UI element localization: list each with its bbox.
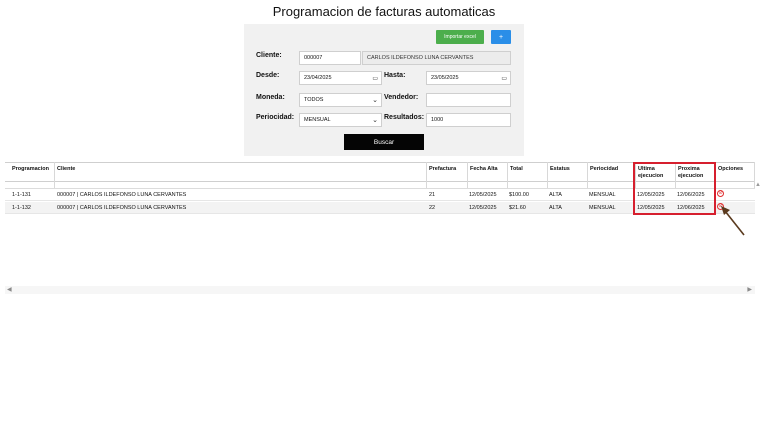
header-cliente[interactable]: Cliente: [57, 166, 75, 173]
periodicidad-value: MENSUAL: [304, 117, 331, 123]
cell-programacion: 1-1-131: [12, 192, 31, 198]
cell-periocidad: MENSUAL: [589, 192, 616, 198]
vendedor-label: Vendedor:: [384, 94, 419, 101]
resultados-label: Resultados:: [384, 114, 425, 121]
scroll-up-arrow-icon[interactable]: ▲: [755, 182, 761, 188]
resultados-value: 1000: [431, 117, 444, 123]
periodicidad-label: Periocidad:: [256, 114, 295, 121]
chevron-down-icon: ⌄: [372, 97, 378, 104]
desde-label: Desde:: [256, 72, 280, 79]
cell-cliente: 000007 | CARLOS ILDEFONSO LUNA CERVANTES: [57, 192, 187, 198]
delete-icon[interactable]: ⊘: [717, 190, 724, 197]
page-title: Programacion de facturas automaticas: [272, 4, 496, 19]
hasta-value: 23/05/2025: [431, 75, 459, 81]
moneda-value: TODOS: [304, 97, 324, 103]
cell-prefactura: 22: [429, 205, 436, 211]
vendedor-input[interactable]: [426, 93, 511, 107]
import-excel-button[interactable]: Importar excel: [436, 30, 484, 44]
header-estatus[interactable]: Estatus: [550, 166, 570, 173]
cliente-code-input[interactable]: 000007: [299, 51, 361, 65]
header-periocidad[interactable]: Periocidad: [590, 166, 618, 173]
scroll-left-arrow-icon[interactable]: ◀: [7, 286, 12, 293]
cell-estatus: ALTA: [549, 192, 562, 198]
scroll-right-arrow-icon[interactable]: ▶: [747, 286, 752, 293]
cell-estatus: ALTA: [549, 205, 562, 211]
desde-value: 23/04/2025: [304, 75, 332, 81]
cell-fecha-alta: 12/05/2025: [469, 192, 497, 198]
header-programacion[interactable]: Programacion: [12, 166, 49, 173]
cell-fecha-alta: 12/05/2025: [469, 205, 497, 211]
cliente-code-value: 000007: [304, 55, 323, 61]
chevron-down-icon: ⌄: [372, 117, 378, 124]
cliente-name-value: CARLOS ILDEFONSO LUNA CERVANTES: [367, 55, 474, 61]
cell-prefactura: 21: [429, 192, 436, 198]
arrow-icon: [721, 206, 745, 236]
cell-total: $21.60: [509, 205, 526, 211]
cliente-name-field: CARLOS ILDEFONSO LUNA CERVANTES: [362, 51, 511, 65]
page: Programacion de facturas automaticas Imp…: [0, 0, 768, 428]
search-button[interactable]: Buscar: [344, 134, 424, 150]
resultados-input[interactable]: 1000: [426, 113, 511, 127]
cell-cliente: 000007 | CARLOS ILDEFONSO LUNA CERVANTES: [57, 205, 187, 211]
periodicidad-select[interactable]: MENSUAL ⌄: [299, 113, 382, 127]
moneda-label: Moneda:: [256, 94, 285, 101]
arrow-head: [721, 206, 730, 215]
hasta-label: Hasta:: [384, 72, 406, 79]
header-opciones: Opciones: [718, 166, 744, 172]
highlight-box: [633, 162, 716, 215]
header-prefactura[interactable]: Prefactura: [429, 166, 456, 173]
add-button[interactable]: +: [491, 30, 511, 44]
arrow-shaft: [724, 210, 745, 236]
cell-total: $100.00: [509, 192, 529, 198]
moneda-select[interactable]: TODOS ⌄: [299, 93, 382, 107]
filter-panel: Importar excel + Cliente: 000007 CARLOS …: [244, 24, 524, 156]
hasta-date-input[interactable]: 23/05/2025 ▭: [426, 71, 511, 85]
horizontal-scrollbar[interactable]: ◀ ▶: [5, 286, 755, 294]
header-fecha-alta[interactable]: Fecha Alta: [470, 166, 498, 173]
desde-date-input[interactable]: 23/04/2025 ▭: [299, 71, 382, 85]
cell-programacion: 1-1-132: [12, 205, 31, 211]
calendar-icon[interactable]: ▭: [372, 75, 378, 82]
cliente-label: Cliente:: [256, 52, 282, 59]
calendar-icon[interactable]: ▭: [501, 75, 507, 82]
header-total[interactable]: Total: [510, 166, 523, 173]
cell-periocidad: MENSUAL: [589, 205, 616, 211]
